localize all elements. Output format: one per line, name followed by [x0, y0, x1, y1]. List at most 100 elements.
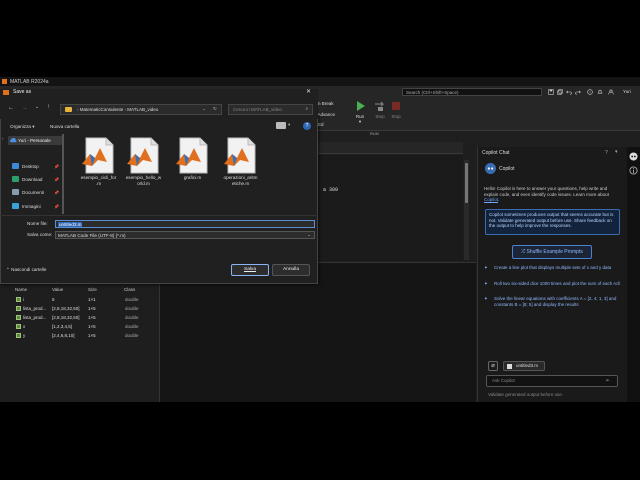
send-icon[interactable]: ➢: [605, 377, 610, 384]
ws-col-class[interactable]: Class: [124, 287, 135, 292]
cloud-icon: [10, 138, 17, 143]
table-row[interactable]: lista_prod... [2,8,18,32,50] 1×5 double: [14, 305, 160, 314]
run-button[interactable]: Run ▾: [352, 100, 368, 125]
suggestion-item[interactable]: ✦ Roll two six-sided dice 1000 times and …: [484, 281, 622, 287]
matlab-search-input[interactable]: Search (Ctrl+Shift+Space): [402, 88, 542, 96]
attached-file-name: untitled3.m: [516, 363, 539, 368]
sparkle-icon: ✦: [484, 281, 488, 286]
sidebar-scrollbar[interactable]: [62, 134, 64, 214]
organize-label: Organizza: [10, 124, 31, 129]
sidebar-item-personal[interactable]: Yuri - Personale: [8, 136, 62, 145]
organize-button[interactable]: Organizza ▾: [10, 124, 35, 130]
dialog-title: Save as: [13, 89, 32, 95]
pin-icon: 📌: [54, 190, 59, 195]
suggestion-item[interactable]: ✦ Solve the linear equations with coeffic…: [484, 296, 622, 307]
address-bar[interactable]: › MatematicConsulente › MATLAB_video ⌄ ↻: [60, 104, 222, 115]
run-icon: [357, 101, 365, 111]
file-item[interactable]: esempio_cicli_for .m: [76, 136, 121, 186]
filetype-select[interactable]: MATLAB Code File (UTF-8) (*.m) ⌄: [55, 231, 315, 239]
copilot-notice: Copilot sometimes produces output that s…: [485, 209, 620, 235]
images-icon: [12, 203, 19, 209]
chevron-down-icon[interactable]: ⌄: [202, 106, 206, 112]
account-icon[interactable]: [608, 89, 614, 95]
sidebar-item-documents[interactable]: Documenti 📌: [12, 189, 59, 195]
table-row[interactable]: i 5 1×1 double: [14, 296, 160, 305]
file-item[interactable]: grafici.m: [170, 136, 215, 181]
toolstrip-run-break[interactable]: n Break: [318, 101, 334, 106]
pin-icon: 📌: [54, 164, 59, 169]
refresh-icon[interactable]: ↻: [213, 106, 217, 112]
filename-input[interactable]: untitled3.m: [55, 220, 315, 228]
back-icon[interactable]: ←: [8, 105, 14, 111]
copilot-learn-more-link[interactable]: Copilot: [484, 197, 498, 202]
file-item[interactable]: operazioni_aritm etiche.m: [218, 136, 263, 186]
copy-icon[interactable]: [557, 89, 563, 95]
chevron-down-icon[interactable]: ▾: [615, 149, 618, 155]
up-icon[interactable]: ↑: [47, 104, 50, 110]
suggestion-item[interactable]: ✦ Create a line plot that displays multip…: [484, 265, 622, 271]
matlab-titlebar: MATLAB R2024a: [0, 77, 640, 86]
file-item[interactable]: esempio_hello_w orld.m: [121, 136, 166, 186]
undo-icon[interactable]: [566, 89, 572, 95]
info-icon[interactable]: [629, 166, 638, 175]
breadcrumb-item[interactable]: MATLAB_video: [127, 107, 158, 112]
redo-icon[interactable]: [575, 89, 581, 95]
cancel-button[interactable]: Annulla: [272, 264, 310, 276]
filename-value: untitled3.m: [58, 222, 83, 227]
step-label: Step: [375, 114, 385, 119]
hide-folders-toggle[interactable]: ⌃ Nascondi cartelle: [6, 267, 46, 273]
documents-icon: [12, 189, 19, 195]
forward-icon[interactable]: →: [22, 105, 28, 111]
run-section-label: RUN: [370, 131, 379, 136]
view-options-icon[interactable]: [276, 122, 286, 129]
table-row[interactable]: x [1,2,3,4,5] 1×5 double: [14, 323, 160, 332]
notifications-icon[interactable]: [597, 89, 603, 95]
table-row[interactable]: lista_prod... [2,8,18,32,50] 1×5 double: [14, 314, 160, 323]
save-button[interactable]: Salva: [231, 264, 269, 276]
shuffle-prompts-button[interactable]: ⤮ Shuffle Example Prompts: [512, 245, 592, 259]
ws-col-value[interactable]: Value: [52, 287, 63, 292]
file-name: operazioni_aritm etiche.m: [223, 175, 258, 186]
stop-label: Stop: [391, 114, 401, 119]
stop-button[interactable]: Stop: [388, 100, 404, 119]
step-button[interactable]: Step: [372, 100, 388, 119]
attach-button[interactable]: ⌀: [488, 361, 498, 371]
user-name[interactable]: Yuri: [623, 89, 631, 94]
dialog-search-input[interactable]: Cerca in MATLAB_video ⌕: [228, 104, 313, 115]
editor-scrollbar-thumb[interactable]: [465, 163, 468, 203]
ws-col-name[interactable]: Name: [15, 287, 27, 292]
close-icon[interactable]: ✕: [306, 88, 311, 95]
help-icon[interactable]: ?: [605, 150, 608, 156]
chevron-down-icon[interactable]: ⌄: [35, 104, 39, 110]
code-line[interactable]: a 300: [323, 187, 338, 193]
attached-file-chip[interactable]: untitled3.m: [503, 361, 545, 371]
editor-scrollbar[interactable]: [464, 160, 469, 260]
help-icon[interactable]: ?: [587, 89, 593, 95]
chevron-down-icon[interactable]: ▾: [288, 122, 290, 128]
sidebar-item-label: Immagini: [22, 204, 41, 209]
variable-icon: [16, 306, 21, 311]
copilot-name: Copilot: [499, 166, 515, 172]
breadcrumb-item[interactable]: MatematicConsulente: [80, 107, 124, 112]
help-icon[interactable]: ?: [303, 122, 311, 130]
copilot-input[interactable]: Ask Copilot: [486, 375, 618, 387]
table-row[interactable]: y [2,4,6,8,10] 1×5 double: [14, 332, 160, 341]
code-area[interactable]: [318, 161, 463, 261]
new-folder-button[interactable]: Nuova cartella: [50, 124, 79, 129]
svg-text:?: ?: [589, 90, 591, 94]
ws-col-size[interactable]: Size: [88, 287, 97, 292]
toolstrip-end[interactable]: Ed: [318, 122, 324, 127]
sidebar-item-label: Documenti: [22, 190, 44, 195]
filename-label: Nome file:: [27, 221, 48, 226]
save-icon[interactable]: [548, 89, 554, 95]
copilot-icon[interactable]: [629, 152, 638, 161]
sidebar-item-desktop[interactable]: Desktop 📌: [12, 163, 59, 169]
paperclip-icon: ⌀: [491, 363, 495, 369]
folder-icon: [65, 107, 72, 112]
variable-icon: [16, 297, 21, 302]
hide-folders-label: Nascondi cartelle: [11, 267, 47, 272]
expand-chevron-icon[interactable]: ›: [2, 136, 4, 141]
pin-icon: 📌: [54, 204, 59, 209]
sidebar-item-images[interactable]: Immagini 📌: [12, 203, 59, 209]
sidebar-item-download[interactable]: Download 📌: [12, 176, 59, 182]
